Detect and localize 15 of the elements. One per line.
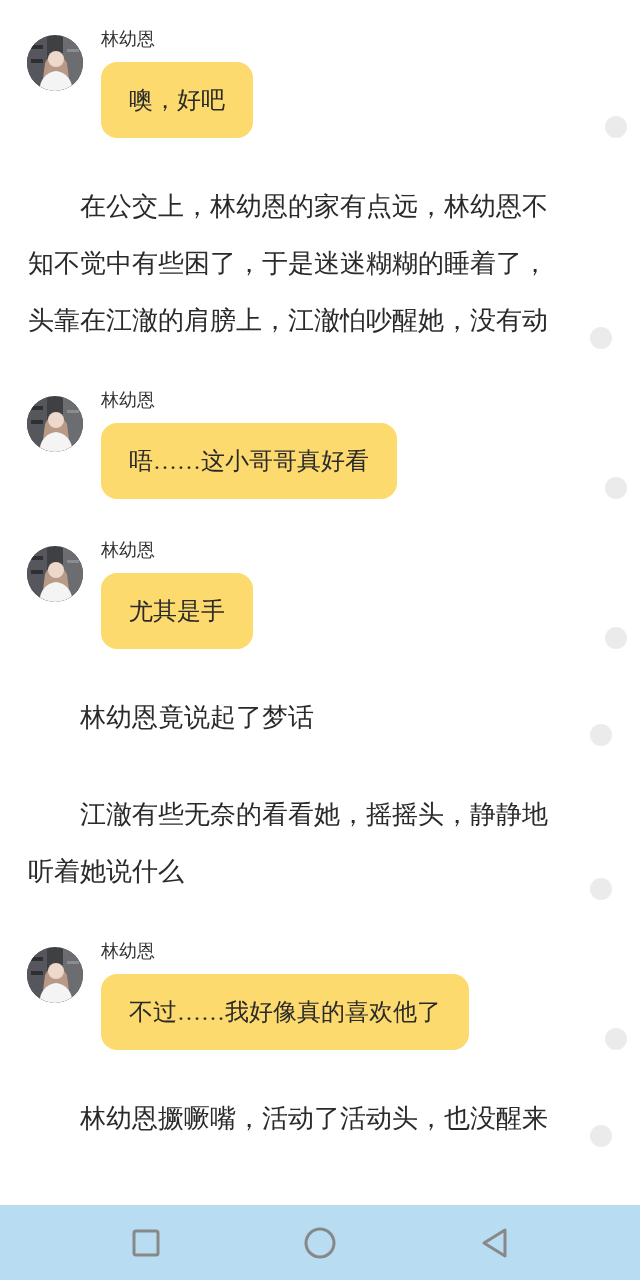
back-icon[interactable] xyxy=(480,1226,508,1259)
message-bubble: 尤其是手 xyxy=(101,573,253,649)
story-paragraph: 林幼恩撅噘嘴，活动了活动头，也没醒来 xyxy=(79,1103,549,1135)
home-icon[interactable] xyxy=(304,1226,336,1259)
story-paragraph: 林幼恩竟说起了梦话 xyxy=(79,702,315,734)
story-paragraph: 在公交上，林幼恩的家有点远，林幼恩不知不觉中有些困了，于是迷迷糊糊的睡着了，头靠在江澈的肩膀上，江澈怕吵醒她，没有动 xyxy=(28,191,549,337)
story-paragraph: 江澈有些无奈的看看她，摇摇头，静静地听着她说什么 xyxy=(28,799,549,888)
sender-name: 林幼恩 xyxy=(101,389,155,411)
message-bubble: 不过……我好像真的喜欢他了 xyxy=(101,974,469,1050)
sender-name: 林幼恩 xyxy=(101,28,155,50)
message-bubble: 唔……这小哥哥真好看 xyxy=(101,423,397,499)
square-icon[interactable] xyxy=(132,1228,160,1257)
sender-name: 林幼恩 xyxy=(101,940,155,962)
message-bubble: 噢，好吧 xyxy=(101,62,253,138)
sender-name: 林幼恩 xyxy=(101,539,155,561)
